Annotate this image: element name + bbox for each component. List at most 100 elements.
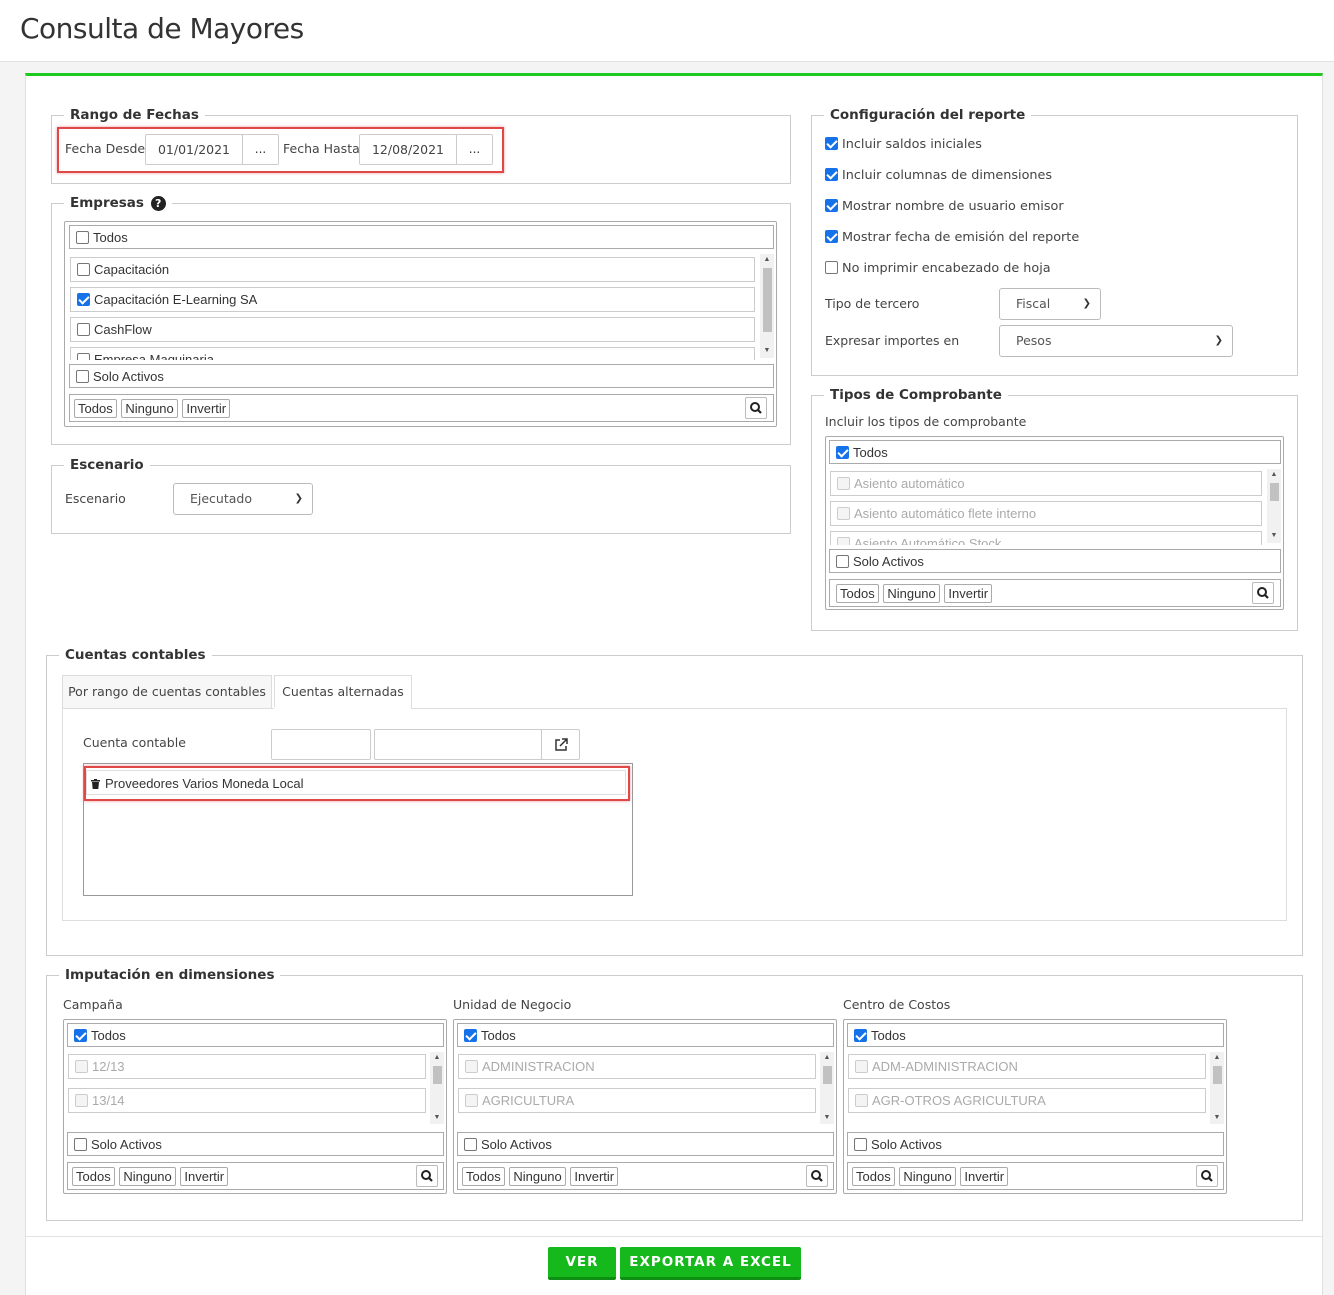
scroll-thumb[interactable] (1270, 483, 1279, 501)
select-all-button[interactable]: Todos (72, 1167, 115, 1186)
scrollbar[interactable]: ▲ ▼ (820, 1052, 834, 1124)
checkbox-icon[interactable] (855, 1060, 868, 1074)
ver-button[interactable]: VER (548, 1247, 616, 1280)
dimension-solo-activos[interactable]: Solo Activos (67, 1132, 444, 1156)
dimension-solo-activos[interactable]: Solo Activos (847, 1132, 1224, 1156)
list-item[interactable]: ADM-ADMINISTRACION (848, 1054, 1206, 1079)
checkbox-icon[interactable] (77, 293, 90, 307)
scroll-thumb[interactable] (433, 1066, 442, 1084)
search-button[interactable] (416, 1165, 438, 1187)
comprobantes-solo-activos[interactable]: Solo Activos (829, 549, 1281, 573)
list-item[interactable]: Capacitación E-Learning SA (70, 287, 755, 312)
list-item[interactable]: 13/14 (68, 1088, 426, 1113)
list-item[interactable]: Capacitación (70, 257, 755, 282)
select-none-button[interactable]: Ninguno (121, 399, 178, 418)
open-external-button[interactable] (541, 729, 580, 760)
search-button[interactable] (806, 1165, 828, 1187)
checkbox-icon[interactable] (464, 1029, 477, 1043)
checkbox-icon[interactable] (825, 168, 838, 181)
checkbox-icon[interactable] (465, 1060, 478, 1074)
checkbox-icon[interactable] (77, 323, 90, 337)
scrollbar[interactable]: ▲ ▼ (760, 254, 774, 358)
list-item[interactable]: CashFlow (70, 317, 755, 342)
scroll-down-icon[interactable]: ▼ (1210, 1112, 1224, 1124)
scroll-thumb[interactable] (1213, 1066, 1222, 1084)
list-item[interactable]: Asiento automático (830, 471, 1262, 496)
invert-button[interactable]: Invertir (944, 584, 993, 603)
cuenta-nombre-input[interactable] (374, 729, 542, 760)
option-columnas-dimensiones[interactable]: Incluir columnas de dimensiones (825, 168, 1052, 183)
tab-cuentas-alternadas[interactable]: Cuentas alternadas (274, 675, 412, 710)
empresas-todos-row[interactable]: Todos (69, 225, 774, 249)
fecha-hasta-input[interactable]: 12/08/2021 (359, 134, 457, 165)
scrollbar[interactable]: ▲ ▼ (1210, 1052, 1224, 1124)
select-all-button[interactable]: Todos (852, 1167, 895, 1186)
checkbox-icon[interactable] (854, 1138, 867, 1152)
scroll-up-icon[interactable]: ▲ (760, 254, 774, 266)
option-saldos-iniciales[interactable]: Incluir saldos iniciales (825, 137, 982, 152)
checkbox-icon[interactable] (825, 199, 838, 212)
list-item[interactable]: 12/13 (68, 1054, 426, 1079)
help-icon[interactable]: ? (150, 195, 166, 211)
invert-button[interactable]: Invertir (570, 1167, 619, 1186)
scroll-up-icon[interactable]: ▲ (430, 1052, 444, 1064)
scroll-down-icon[interactable]: ▼ (430, 1112, 444, 1124)
checkbox-icon[interactable] (77, 353, 90, 360)
search-button[interactable] (745, 397, 767, 419)
checkbox-icon[interactable] (74, 1138, 87, 1152)
select-none-button[interactable]: Ninguno (119, 1167, 176, 1186)
scroll-up-icon[interactable]: ▲ (1267, 469, 1281, 481)
tab-rango-cuentas[interactable]: Por rango de cuentas contables (62, 675, 272, 708)
export-excel-button[interactable]: EXPORTAR A EXCEL (620, 1247, 801, 1280)
checkbox-icon[interactable] (836, 446, 849, 460)
list-item[interactable]: ADMINISTRACION (458, 1054, 816, 1079)
option-fecha-emision[interactable]: Mostrar fecha de emisión del reporte (825, 230, 1079, 245)
checkbox-icon[interactable] (837, 507, 850, 521)
checkbox-icon[interactable] (836, 555, 849, 569)
list-item[interactable]: Proveedores Varios Moneda Local (86, 770, 626, 795)
select-none-button[interactable]: Ninguno (883, 584, 940, 603)
checkbox-icon[interactable] (75, 1094, 88, 1108)
checkbox-icon[interactable] (837, 477, 850, 491)
scrollbar[interactable]: ▲ ▼ (1267, 469, 1281, 543)
scroll-up-icon[interactable]: ▲ (820, 1052, 834, 1064)
comprobantes-todos-row[interactable]: Todos (829, 440, 1281, 464)
search-button[interactable] (1196, 1165, 1218, 1187)
fecha-hasta-picker-button[interactable]: ... (456, 134, 493, 165)
option-no-encabezado[interactable]: No imprimir encabezado de hoja (825, 261, 1051, 276)
scroll-thumb[interactable] (763, 268, 772, 332)
checkbox-icon[interactable] (464, 1138, 477, 1152)
checkbox-icon[interactable] (76, 231, 89, 245)
list-item[interactable]: AGRICULTURA (458, 1088, 816, 1113)
select-all-button[interactable]: Todos (836, 584, 879, 603)
select-all-button[interactable]: Todos (462, 1167, 505, 1186)
dimension-solo-activos[interactable]: Solo Activos (457, 1132, 834, 1156)
trash-icon[interactable] (91, 772, 100, 789)
checkbox-icon[interactable] (76, 370, 89, 384)
checkbox-icon[interactable] (75, 1060, 88, 1074)
option-nombre-usuario[interactable]: Mostrar nombre de usuario emisor (825, 199, 1064, 214)
expresar-select[interactable]: Pesos ❯ (999, 325, 1233, 357)
checkbox-icon[interactable] (825, 137, 838, 150)
escenario-select[interactable]: Ejecutado ❯ (173, 483, 313, 515)
empresas-solo-activos[interactable]: Solo Activos (69, 364, 774, 388)
tipo-tercero-select[interactable]: Fiscal ❯ (999, 288, 1101, 320)
dimension-todos-row[interactable]: Todos (67, 1023, 444, 1047)
search-button[interactable] (1252, 582, 1274, 604)
dimension-todos-row[interactable]: Todos (847, 1023, 1224, 1047)
checkbox-icon[interactable] (74, 1029, 87, 1043)
list-item[interactable]: Asiento automático flete interno (830, 501, 1262, 526)
select-none-button[interactable]: Ninguno (899, 1167, 956, 1186)
scroll-down-icon[interactable]: ▼ (1267, 530, 1281, 542)
scrollbar[interactable]: ▲ ▼ (430, 1052, 444, 1124)
checkbox-icon[interactable] (825, 230, 838, 243)
checkbox-icon[interactable] (837, 537, 850, 545)
select-none-button[interactable]: Ninguno (509, 1167, 566, 1186)
checkbox-icon[interactable] (855, 1094, 868, 1108)
checkbox-icon[interactable] (77, 263, 90, 277)
cuenta-codigo-input[interactable] (271, 729, 371, 760)
select-all-button[interactable]: Todos (74, 399, 117, 418)
fecha-desde-input[interactable]: 01/01/2021 (145, 134, 243, 165)
checkbox-icon[interactable] (825, 261, 838, 274)
list-item[interactable]: AGR-OTROS AGRICULTURA (848, 1088, 1206, 1113)
